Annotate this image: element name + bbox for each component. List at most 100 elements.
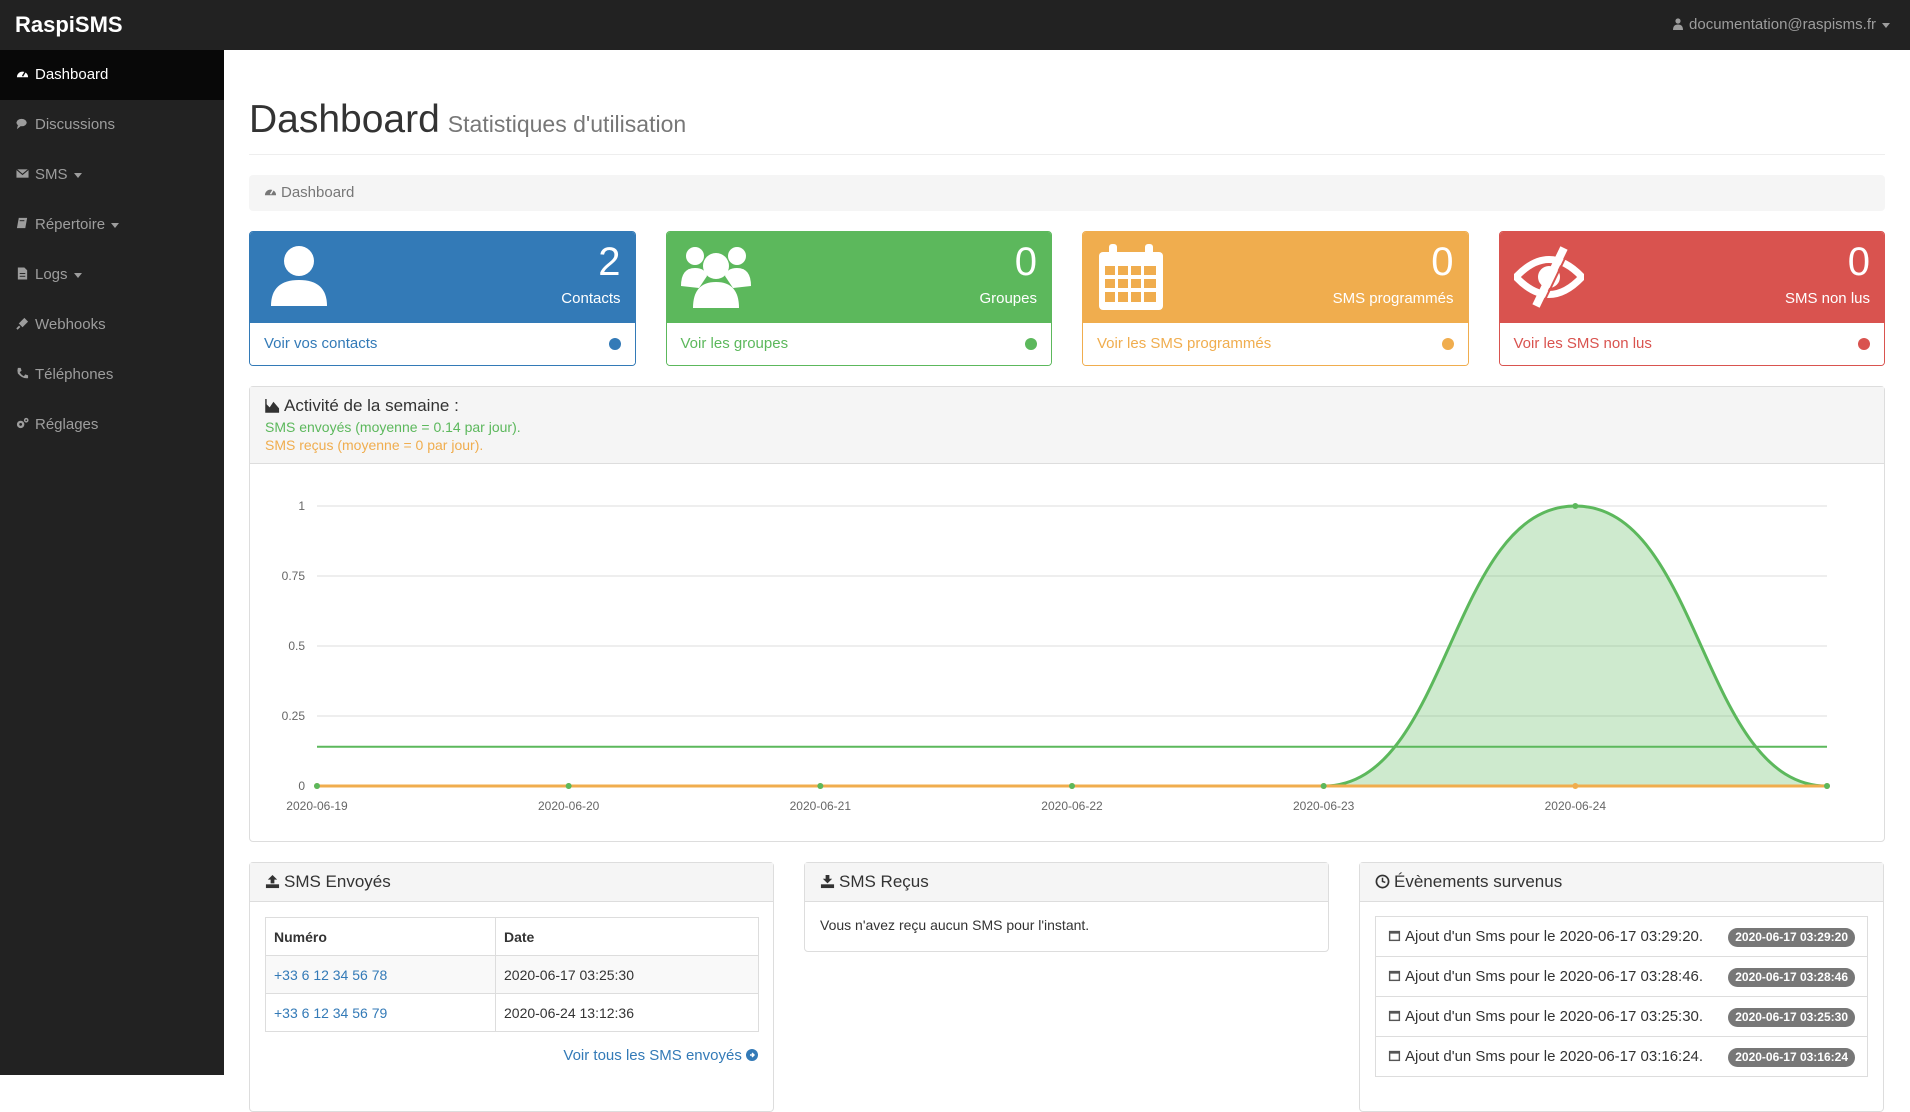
- sidebar-item-sms[interactable]: SMS: [0, 150, 224, 200]
- phone-number-link[interactable]: +33 6 12 34 56 78: [274, 967, 387, 983]
- sidebar-item-dashboard[interactable]: Dashboard: [0, 50, 224, 100]
- sidebar-item-label: Webhooks: [35, 316, 106, 333]
- stat-link-label: Voir les groupes: [680, 335, 789, 352]
- phone-number-link[interactable]: +33 6 12 34 56 79: [274, 1005, 387, 1021]
- event-date-badge: 2020-06-17 03:16:24: [1728, 1048, 1855, 1067]
- data-point: [565, 783, 572, 789]
- view-all-sent-link[interactable]: Voir tous les SMS envoyés: [563, 1047, 758, 1064]
- stat-link-label: Voir les SMS programmés: [1097, 335, 1272, 352]
- stat-label: Groupes: [979, 290, 1037, 307]
- sidebar-item-webhooks[interactable]: Webhooks: [0, 300, 224, 350]
- breadcrumb-item: Dashboard: [281, 184, 355, 201]
- sidebar-item-logs[interactable]: Logs: [0, 250, 224, 300]
- arrow-circle-right-icon: [746, 1049, 758, 1061]
- stat-count: 0: [1014, 240, 1037, 284]
- user-menu[interactable]: documentation@raspisms.fr: [1673, 16, 1890, 33]
- cogs-icon: [16, 417, 29, 429]
- stat-card-unread: 0 SMS non lus Voir les SMS non lus: [1498, 231, 1885, 366]
- stat-link-label: Voir vos contacts: [264, 335, 378, 352]
- sidebar-item-repertoire[interactable]: Répertoire: [0, 200, 224, 250]
- activity-panel-heading: Activité de la semaine : SMS envoyés (mo…: [250, 387, 1884, 464]
- stat-card-contacts: 2 Contacts Voir vos contacts: [249, 231, 636, 366]
- breadcrumb: Dashboard: [249, 175, 1885, 211]
- event-text: Ajout d'un Sms pour le 2020-06-17 03:28:…: [1405, 968, 1704, 985]
- calendar-icon: [1388, 930, 1401, 942]
- book-icon: [16, 217, 28, 229]
- x-tick-label: 2020-06-21: [790, 799, 852, 813]
- stat-count: 0: [1847, 240, 1870, 284]
- sidebar-item-label: Réglages: [35, 416, 99, 433]
- view-scheduled-link[interactable]: Voir les SMS programmés: [1083, 323, 1468, 365]
- sent-sms-heading: SMS Envoyés: [250, 863, 773, 902]
- calendar-icon: [1388, 1050, 1401, 1062]
- chevron-down-icon: [73, 272, 82, 278]
- page-title: Dashboard: [249, 98, 440, 141]
- data-point: [1572, 503, 1579, 509]
- event-text: Ajout d'un Sms pour le 2020-06-17 03:29:…: [1405, 928, 1704, 945]
- dashboard-icon: [16, 71, 29, 78]
- list-item: Ajout d'un Sms pour le 2020-06-17 03:16:…: [1375, 1036, 1868, 1077]
- events-title: Évènements survenus: [1394, 872, 1563, 891]
- table-row: +33 6 12 34 56 78 2020-06-17 03:25:30: [265, 955, 759, 994]
- event-date-badge: 2020-06-17 03:29:20: [1728, 928, 1855, 947]
- stat-link-label: Voir les SMS non lus: [1513, 335, 1652, 352]
- sidebar-item-telephones[interactable]: Téléphones: [0, 350, 224, 400]
- column-header-date: Date: [495, 917, 759, 956]
- sidebar-item-label: Téléphones: [35, 366, 114, 383]
- event-date-badge: 2020-06-17 03:25:30: [1728, 1008, 1855, 1027]
- event-text: Ajout d'un Sms pour le 2020-06-17 03:25:…: [1405, 1008, 1704, 1025]
- table-row: +33 6 12 34 56 79 2020-06-24 13:12:36: [265, 993, 759, 1032]
- top-navbar: RaspiSMS documentation@raspisms.fr: [0, 0, 1910, 50]
- sidebar-item-discussions[interactable]: Discussions: [0, 100, 224, 150]
- user-email: documentation@raspisms.fr: [1689, 16, 1876, 33]
- view-all-sent-label: Voir tous les SMS envoyés: [563, 1047, 742, 1064]
- events-list: Ajout d'un Sms pour le 2020-06-17 03:29:…: [1375, 916, 1868, 1077]
- chevron-down-icon: [1882, 22, 1890, 28]
- stat-card-groups: 0 Groupes Voir les groupes: [665, 231, 1052, 366]
- sidebar-item-label: Logs: [35, 266, 68, 283]
- stat-count: 2: [598, 240, 621, 284]
- calendar-icon: [1388, 1010, 1401, 1022]
- page-subtitle: Statistiques d'utilisation: [447, 111, 687, 137]
- sidebar-item-reglages[interactable]: Réglages: [0, 400, 224, 450]
- x-tick-label: 2020-06-23: [1293, 799, 1355, 813]
- view-groups-link[interactable]: Voir les groupes: [666, 323, 1051, 365]
- chevron-down-icon: [73, 172, 82, 178]
- received-sms-heading: SMS Reçus: [805, 863, 1328, 902]
- list-item: Ajout d'un Sms pour le 2020-06-17 03:28:…: [1375, 956, 1868, 997]
- dashboard-icon: [264, 189, 277, 196]
- column-header-number: Numéro: [265, 917, 496, 956]
- eye-slash-icon: [1513, 246, 1584, 309]
- activity-title: Activité de la semaine :: [284, 396, 459, 415]
- sent-sms-table: Numéro Date +33 6 12 34 56 78 2020-06-17…: [265, 917, 759, 1032]
- stat-label: Contacts: [561, 290, 621, 307]
- data-point: [1320, 783, 1327, 789]
- event-date-badge: 2020-06-17 03:28:46: [1728, 968, 1855, 987]
- sent-legend: SMS envoyés (moyenne = 0.14 par jour).: [265, 419, 521, 435]
- data-point: [314, 783, 320, 789]
- data-point: [817, 783, 824, 789]
- sidebar-item-label: Dashboard: [35, 66, 109, 83]
- sidebar-item-label: Discussions: [35, 116, 116, 133]
- stat-label: SMS programmés: [1332, 290, 1454, 307]
- main-content: Dashboard Statistiques d'utilisation Dash…: [249, 50, 1885, 1112]
- received-sms-panel: SMS Reçus Vous n'avez reçu aucun SMS pou…: [804, 862, 1329, 952]
- brand-logo[interactable]: RaspiSMS: [15, 12, 123, 38]
- user-icon: [1673, 18, 1684, 30]
- envelope-icon: [16, 168, 29, 178]
- calendar-icon: [1388, 970, 1401, 982]
- x-tick-label: 2020-06-20: [538, 799, 600, 813]
- received-legend: SMS reçus (moyenne = 0 par jour).: [265, 437, 484, 453]
- sidebar-item-label: Répertoire: [35, 216, 106, 233]
- received-empty-message: Vous n'avez reçu aucun SMS pour l'instan…: [820, 917, 1090, 933]
- view-contacts-link[interactable]: Voir vos contacts: [250, 323, 635, 365]
- list-item: Ajout d'un Sms pour le 2020-06-17 03:29:…: [1375, 916, 1868, 957]
- received-sms-title: SMS Reçus: [839, 872, 929, 891]
- sidebar-item-label: SMS: [35, 166, 68, 183]
- stat-label: SMS non lus: [1784, 290, 1870, 307]
- stat-cards: 2 Contacts Voir vos contacts 0 Groupes V…: [249, 231, 1885, 366]
- page-header: Dashboard Statistiques d'utilisation: [249, 98, 1885, 155]
- activity-chart: 0 0.25 0.5 0.75 1 2020-06-19 2020-06-20 2020-06…: [282, 499, 1830, 813]
- view-unread-link[interactable]: Voir les SMS non lus: [1499, 323, 1884, 365]
- x-tick-label: 2020-06-24: [1545, 799, 1607, 813]
